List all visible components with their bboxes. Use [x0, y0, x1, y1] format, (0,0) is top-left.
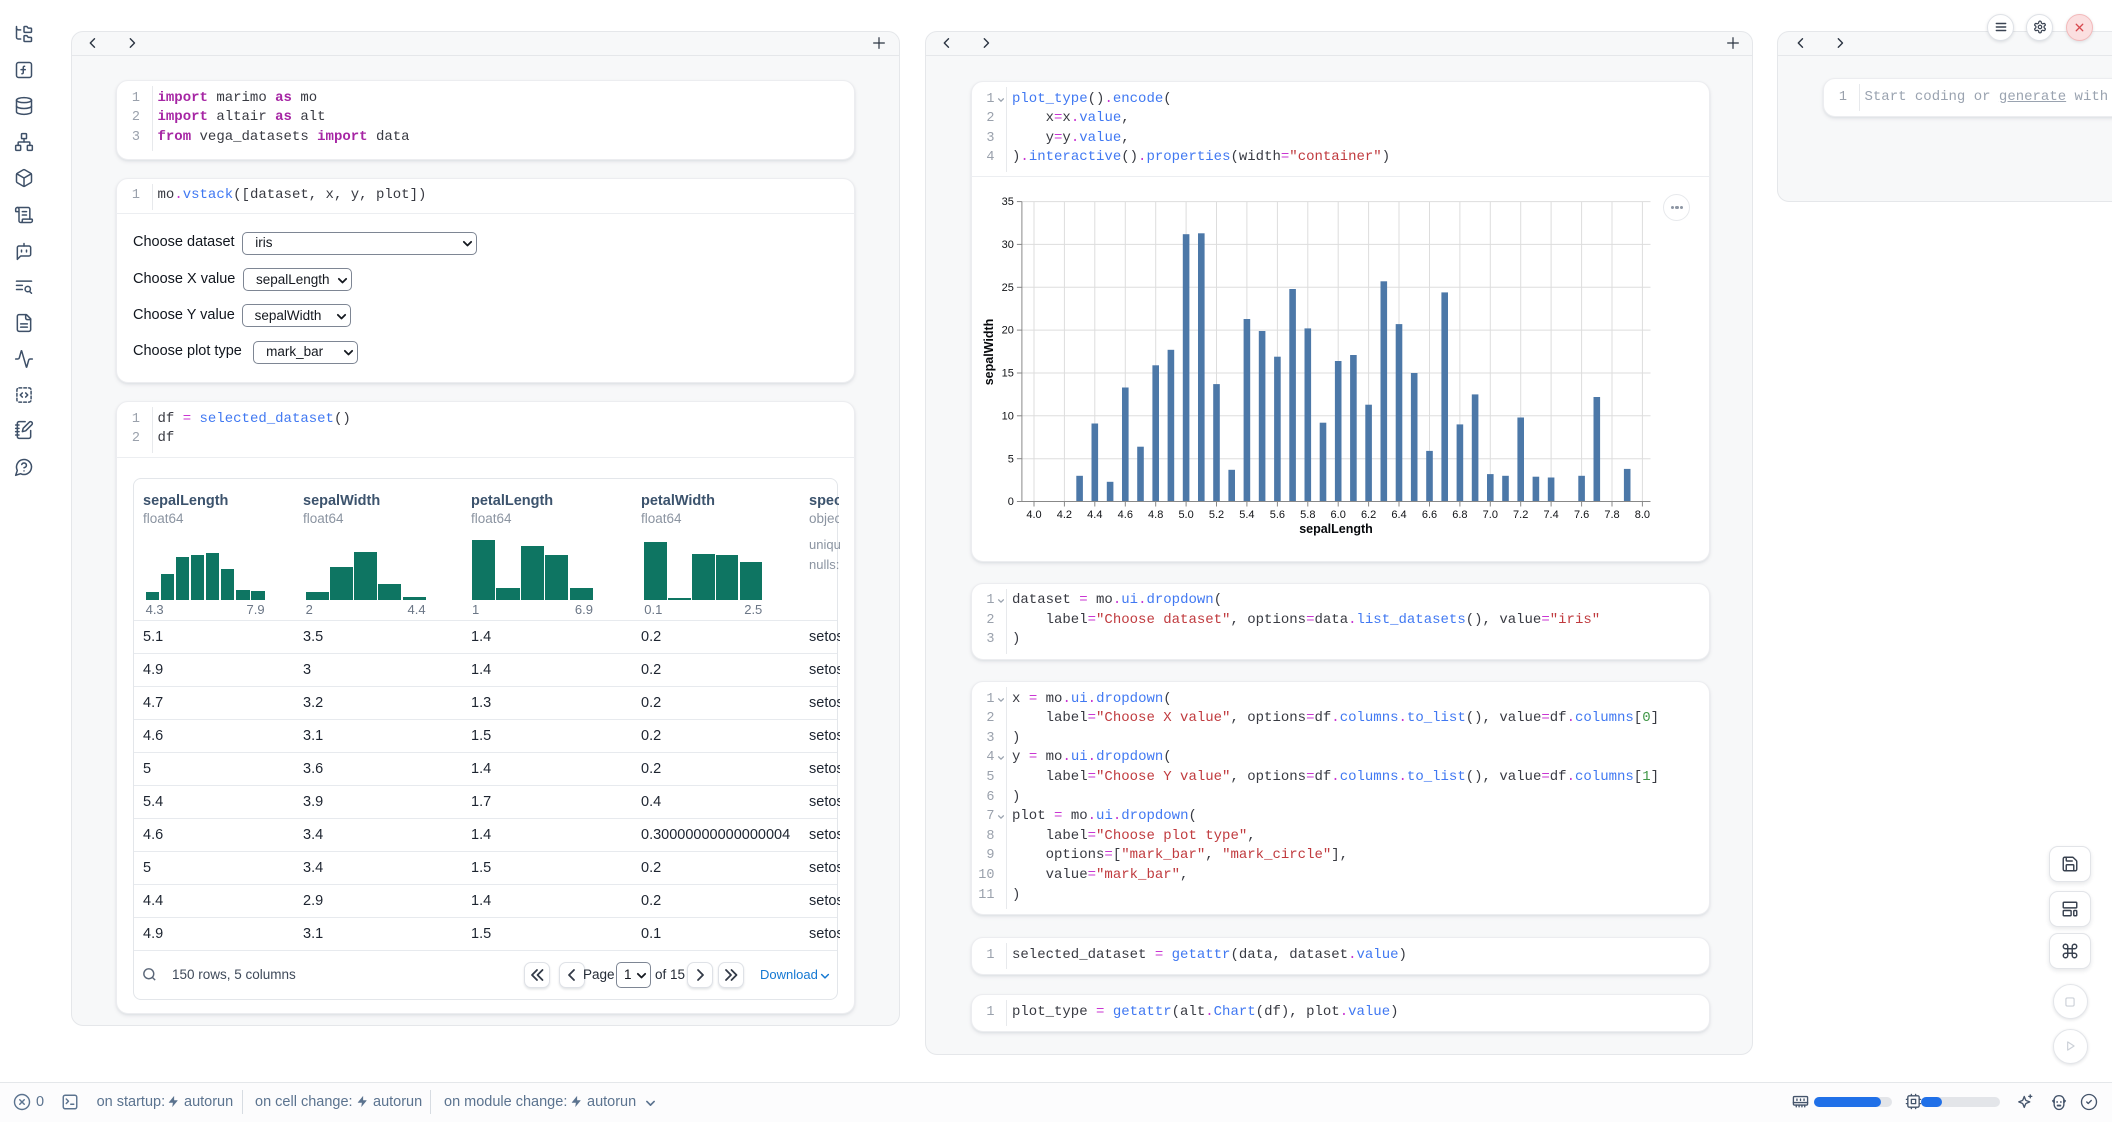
svg-text:7.4: 7.4: [1543, 509, 1558, 521]
svg-text:6.4: 6.4: [1391, 509, 1406, 521]
svg-text:4.8: 4.8: [1148, 509, 1163, 521]
svg-text:5.6: 5.6: [1269, 509, 1284, 521]
svg-text:8.0: 8.0: [1634, 509, 1649, 521]
svg-text:4.6: 4.6: [1117, 509, 1132, 521]
svg-text:5.8: 5.8: [1300, 509, 1315, 521]
svg-text:15: 15: [1001, 367, 1013, 379]
svg-text:4.0: 4.0: [1026, 509, 1041, 521]
svg-text:4.4: 4.4: [1087, 509, 1102, 521]
svg-text:5.4: 5.4: [1239, 509, 1254, 521]
svg-text:5: 5: [1007, 453, 1013, 465]
svg-text:0: 0: [1007, 496, 1013, 508]
svg-text:sepalWidth: sepalWidth: [981, 319, 995, 386]
svg-text:7.2: 7.2: [1513, 509, 1528, 521]
svg-text:25: 25: [1001, 282, 1013, 294]
svg-text:20: 20: [1001, 325, 1013, 337]
svg-text:6.2: 6.2: [1360, 509, 1375, 521]
svg-text:10: 10: [1001, 410, 1013, 422]
svg-text:6.8: 6.8: [1452, 509, 1467, 521]
svg-text:5.2: 5.2: [1208, 509, 1223, 521]
svg-text:7.0: 7.0: [1482, 509, 1497, 521]
svg-text:6.6: 6.6: [1421, 509, 1436, 521]
svg-text:5.0: 5.0: [1178, 509, 1193, 521]
svg-text:30: 30: [1001, 239, 1013, 251]
svg-text:6.0: 6.0: [1330, 509, 1345, 521]
svg-text:sepalLength: sepalLength: [1299, 522, 1373, 536]
svg-text:35: 35: [1001, 196, 1013, 208]
svg-text:7.8: 7.8: [1604, 509, 1619, 521]
svg-text:7.6: 7.6: [1573, 509, 1588, 521]
svg-text:4.2: 4.2: [1056, 509, 1071, 521]
